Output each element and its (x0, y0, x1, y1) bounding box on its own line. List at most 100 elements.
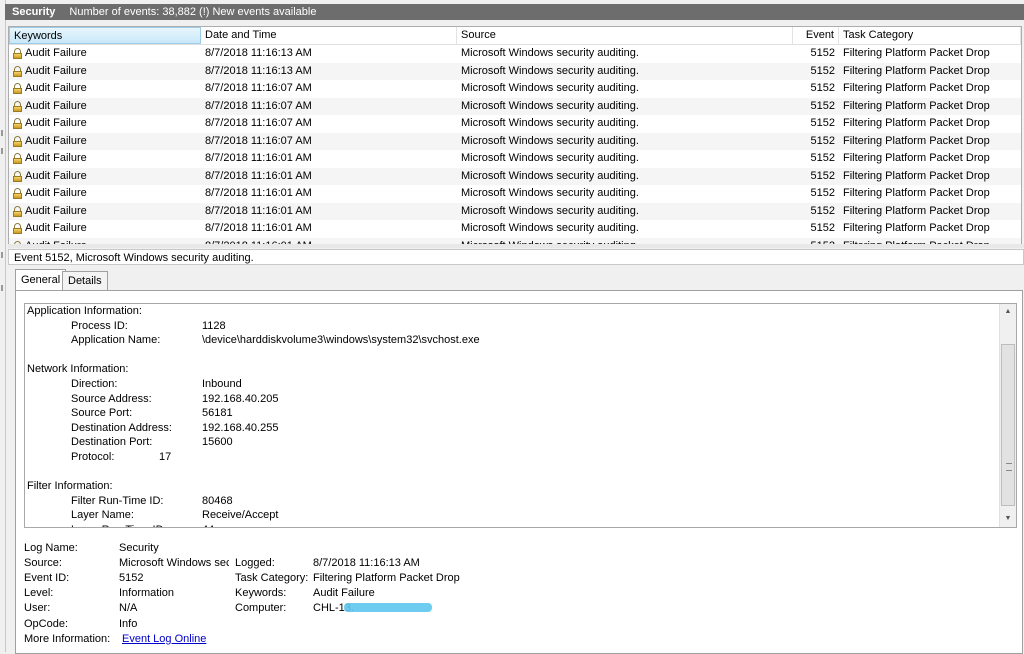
edge-marker (1, 130, 3, 136)
cell-source: Microsoft Windows security auditing. (461, 169, 639, 182)
keywords-value: Audit Failure (313, 587, 375, 599)
left-panel-edge (0, 0, 6, 652)
table-row[interactable]: Audit Failure 8/7/2018 11:16:07 AM Microso… (9, 97, 1021, 115)
cell-keywords: Audit Failure (25, 64, 87, 77)
cell-source: Microsoft Windows security auditing. (461, 134, 639, 147)
cell-date-time: 8/7/2018 11:16:01 AM (205, 204, 312, 217)
edge-marker (1, 252, 3, 258)
cell-event-id: 5152 (810, 134, 835, 147)
field-label: Layer Name: (71, 509, 134, 522)
cell-keywords: Audit Failure (25, 169, 87, 182)
event-log-online-link[interactable]: Event Log Online (122, 633, 206, 645)
events-grid[interactable]: Keywords Date and Time Source Event ID T… (8, 26, 1022, 246)
scroll-up-icon[interactable]: ▲ (1003, 307, 1013, 317)
cell-date-time: 8/7/2018 11:16:13 AM (205, 64, 312, 77)
cell-date-time: 8/7/2018 11:16:07 AM (205, 134, 312, 147)
cell-keywords: Audit Failure (25, 222, 87, 234)
keywords-label: Keywords: (235, 587, 287, 599)
table-row[interactable]: Audit Failure 8/7/2018 11:16:13 AM Microso… (9, 45, 1021, 63)
field-value[interactable]: 192.168.40.255 (202, 422, 278, 434)
opcode-value: Info (119, 618, 138, 630)
field-value[interactable]: \device\harddiskvolume3\windows\system32… (202, 334, 480, 346)
field-value[interactable]: 56181 (202, 407, 233, 419)
lock-icon (13, 223, 22, 234)
cell-task-category: Filtering Platform Packet Drop (843, 64, 990, 77)
column-header-keywords[interactable]: Keywords (9, 27, 201, 44)
cell-task-category: Filtering Platform Packet Drop (843, 187, 990, 199)
table-row[interactable]: Audit Failure 8/7/2018 11:16:07 AM Microso… (9, 132, 1021, 150)
scroll-down-icon[interactable]: ▼ (1003, 514, 1013, 524)
table-row[interactable]: Audit Failure 8/7/2018 11:16:01 AM Microso… (9, 202, 1021, 220)
redaction-mark (344, 603, 432, 612)
cell-event-id: 5152 (810, 152, 835, 164)
cell-keywords: Audit Failure (25, 134, 87, 147)
task-category-label: Task Category: (235, 572, 309, 584)
section-heading: Filter Information: (27, 480, 113, 493)
cell-date-time: 8/7/2018 11:16:01 AM (205, 169, 312, 182)
field-value[interactable]: 15600 (202, 436, 233, 448)
cell-source: Microsoft Windows security auditing. (461, 82, 639, 94)
field-value[interactable]: 44 (202, 524, 214, 527)
field-value[interactable]: 192.168.40.205 (202, 393, 278, 405)
table-row[interactable]: Audit Failure 8/7/2018 11:16:07 AM Microso… (9, 115, 1021, 133)
edge-marker (1, 148, 3, 154)
cell-task-category: Filtering Platform Packet Drop (843, 204, 990, 217)
column-header-source[interactable]: Source (457, 27, 793, 44)
pane-splitter[interactable] (8, 244, 1024, 248)
description-scrollbar[interactable]: ▲ ▼ (999, 304, 1016, 527)
cell-task-category: Filtering Platform Packet Drop (843, 152, 990, 164)
field-label: Destination Address: (71, 421, 172, 434)
event-count-status: Number of events: 38,882 (!) New events … (69, 6, 317, 18)
field-label: Application Name: (71, 334, 161, 347)
event-id-label: Event ID: (24, 572, 70, 584)
table-row[interactable]: Audit Failure 8/7/2018 11:16:01 AM Microso… (9, 167, 1021, 185)
cell-date-time: 8/7/2018 11:16:07 AM (205, 82, 312, 94)
log-name-label: Log Name: (24, 542, 78, 554)
cell-task-category: Filtering Platform Packet Drop (843, 169, 990, 182)
user-label: User: (24, 602, 51, 614)
tab-general[interactable]: General (15, 269, 67, 291)
column-header-date-time[interactable]: Date and Time (201, 27, 457, 44)
cell-source: Microsoft Windows security auditing. (461, 117, 639, 129)
cell-task-category: Filtering Platform Packet Drop (843, 117, 990, 129)
lock-icon (13, 118, 22, 129)
lock-icon (13, 48, 22, 59)
source-value: Microsoft Windows sec (119, 557, 229, 569)
cell-event-id: 5152 (810, 82, 835, 94)
table-row[interactable]: Audit Failure 8/7/2018 11:16:07 AM Microso… (9, 80, 1021, 98)
grip-icon (1006, 463, 1012, 471)
field-value[interactable]: Receive/Accept (202, 509, 278, 521)
cell-task-category: Filtering Platform Packet Drop (843, 222, 990, 234)
lock-icon (13, 83, 22, 94)
field-label: Destination Port: (71, 436, 153, 449)
level-value: Information (119, 587, 175, 599)
column-header-task-category[interactable]: Task Category (839, 27, 1021, 44)
table-row[interactable]: Audit Failure 8/7/2018 11:16:01 AM Microso… (9, 220, 1021, 238)
lock-icon (13, 135, 22, 147)
column-header-event-id[interactable]: Event ID (793, 27, 839, 58)
table-row[interactable]: Audit Failure 8/7/2018 11:16:01 AM Microso… (9, 150, 1021, 168)
cell-event-id: 5152 (810, 117, 835, 129)
field-label: Process ID: (71, 319, 128, 332)
field-value[interactable]: 17 (159, 451, 171, 463)
cell-source: Microsoft Windows security auditing. (461, 152, 639, 164)
logged-label: Logged: (235, 557, 275, 569)
task-category-value: Filtering Platform Packet Drop (313, 572, 460, 584)
tab-details[interactable]: Details (62, 271, 108, 291)
field-value[interactable]: Inbound (202, 378, 242, 390)
scroll-thumb[interactable] (1001, 344, 1015, 506)
field-label: Layer Run-Time ID: (71, 524, 167, 527)
table-row[interactable]: Audit Failure 8/7/2018 11:16:13 AM Microso… (9, 62, 1021, 80)
table-row[interactable]: Audit Failure 8/7/2018 11:16:01 AM Microso… (9, 185, 1021, 203)
logged-value: 8/7/2018 11:16:13 AM (313, 557, 420, 569)
user-value: N/A (119, 602, 138, 614)
cell-date-time: 8/7/2018 11:16:07 AM (205, 99, 312, 112)
field-value[interactable]: 80468 (202, 495, 233, 507)
field-value[interactable]: 1128 (202, 320, 226, 332)
cell-source: Microsoft Windows security auditing. (461, 222, 639, 234)
event-detail-title: Event 5152, Microsoft Windows security a… (8, 249, 1024, 265)
cell-source: Microsoft Windows security auditing. (461, 99, 639, 112)
lock-icon (13, 205, 22, 217)
edge-marker (1, 285, 3, 291)
event-description[interactable]: Application Information: Process ID: 1128 A… (24, 303, 1017, 528)
